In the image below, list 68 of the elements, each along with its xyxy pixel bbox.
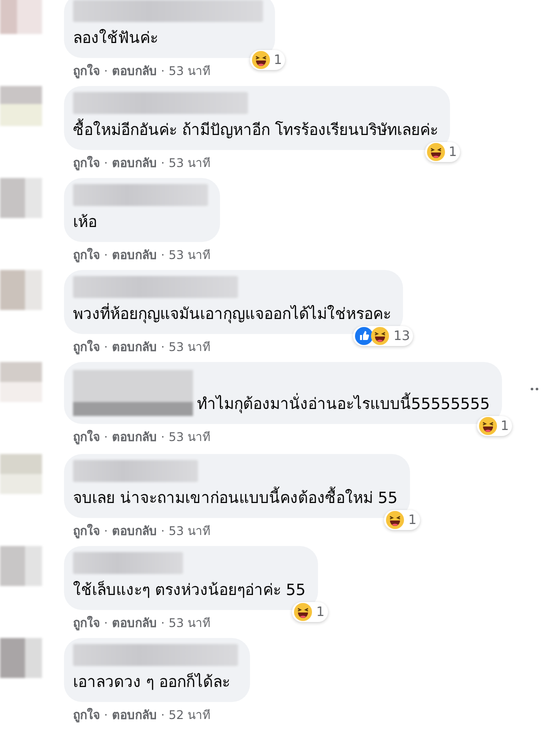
avatar-drawing xyxy=(0,270,42,310)
separator-dot: · xyxy=(104,707,108,724)
reaction-count: 1 xyxy=(274,52,282,68)
comment-text: ใช้เล็บแงะๆ ตรงห่วงน้อยๆอ่าค่ะ 55 xyxy=(73,580,306,601)
timestamp: 53 นาที xyxy=(168,615,211,632)
avatar-drawing xyxy=(0,178,42,218)
like-link[interactable]: ถูกใจ xyxy=(73,338,100,356)
separator-dot: · xyxy=(104,63,108,80)
reaction-count: 1 xyxy=(316,604,325,620)
reply-link[interactable]: ตอบกลับ xyxy=(112,428,157,446)
separator-dot: · xyxy=(104,247,108,264)
timestamp: 53 นาที xyxy=(168,247,211,264)
reaction-badge[interactable]: 1 xyxy=(250,50,285,70)
separator-dot: · xyxy=(160,339,165,356)
separator-dot: · xyxy=(160,429,165,446)
reaction-badge[interactable]: 1 xyxy=(424,142,460,162)
like-link[interactable]: ถูกใจ xyxy=(73,706,100,724)
timestamp: 53 นาที xyxy=(168,429,211,446)
reaction-badge[interactable]: 1 xyxy=(384,510,420,530)
separator-dot: · xyxy=(104,429,108,446)
like-link[interactable]: ถูกใจ xyxy=(73,522,100,540)
like-link[interactable]: ถูกใจ xyxy=(73,62,100,80)
like-link[interactable]: ถูกใจ xyxy=(73,428,100,446)
comment-text: ทำไมกุต้องมานั่งอ่านอะไรแบบนี้55555555 xyxy=(197,392,490,416)
comment-text: เอาลวดวง ๆ ออกก็ได้ละ xyxy=(73,672,231,693)
separator-dot: · xyxy=(160,615,165,632)
reply-link[interactable]: ตอบกลับ xyxy=(112,614,157,632)
separator-dot: · xyxy=(104,339,108,356)
timestamp: 53 นาที xyxy=(168,339,211,356)
separator-dot: · xyxy=(160,707,165,724)
reply-link[interactable]: ตอบกลับ xyxy=(112,62,157,80)
separator-dot: · xyxy=(160,63,165,80)
comment-text: จบเลย น่าจะถามเขาก่อนแบบนี้คงต้องซื้อใหม่ 55 xyxy=(73,486,398,510)
reaction-count: 1 xyxy=(500,418,509,434)
separator-dot: · xyxy=(160,247,165,264)
reply-link[interactable]: ตอบกลับ xyxy=(112,338,157,356)
like-link[interactable]: ถูกใจ xyxy=(73,614,100,632)
separator-dot: · xyxy=(104,615,108,632)
avatar-drawing xyxy=(0,86,42,126)
reaction-badge[interactable]: 1 xyxy=(292,602,328,622)
timestamp: 52 นาที xyxy=(168,707,211,724)
reply-link[interactable]: ตอบกลับ xyxy=(112,246,157,264)
reaction-count: 1 xyxy=(408,512,417,528)
reply-link[interactable]: ตอบกลับ xyxy=(112,154,157,172)
reply-link[interactable]: ตอบกลับ xyxy=(112,706,157,724)
avatar-drawing xyxy=(0,0,42,34)
like-link[interactable]: ถูกใจ xyxy=(73,154,100,172)
separator-dot: · xyxy=(104,523,108,540)
comment-text: ลองใช้ฟันค่ะ xyxy=(73,28,159,49)
avatar-drawing xyxy=(0,546,42,586)
reaction-badge[interactable]: 1 xyxy=(476,416,512,436)
timestamp: 53 นาที xyxy=(168,523,211,540)
reaction-count: 1 xyxy=(448,144,457,160)
timestamp: 53 นาที xyxy=(168,63,211,80)
comment-text: เห้อ xyxy=(73,212,98,233)
like-link[interactable]: ถูกใจ xyxy=(73,246,100,264)
reaction-badge[interactable]: 13 xyxy=(353,326,413,346)
separator-dot: · xyxy=(160,155,165,172)
comment-text: พวงที่ห้อยกุญแจมันเอากุญแจออกได้ไม่ใช่หรอคะ xyxy=(73,302,391,326)
separator-dot: · xyxy=(160,523,165,540)
avatar-drawing xyxy=(0,454,42,494)
separator-dot: · xyxy=(104,155,108,172)
comment-text: ซื้อใหม่อีกอันค่ะ ถ้ามีปัญหาอีก โทรร้องเรียนบริษัทเลยค่ะ xyxy=(73,118,438,142)
reply-link[interactable]: ตอบกลับ xyxy=(112,522,157,540)
avatar-drawing xyxy=(0,638,42,678)
avatar-drawing xyxy=(0,362,42,402)
reaction-count: 13 xyxy=(393,328,410,344)
timestamp: 53 นาที xyxy=(168,155,211,172)
